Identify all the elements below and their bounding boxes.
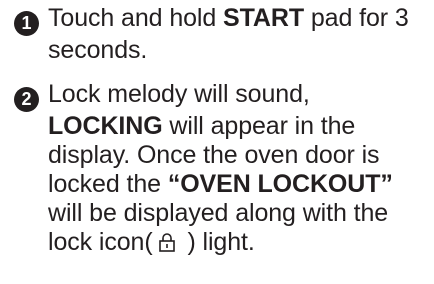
locking-display-text: LOCKING — [48, 112, 163, 140]
step-2-text: Lock melody will sound, — [48, 80, 310, 108]
lock-icon — [157, 231, 177, 253]
step-2: 2 Lock melody will sound, LOCKING will ap… — [14, 80, 434, 257]
step-1-line-1: 1 Touch and hold START pad for 3 — [14, 4, 434, 36]
step-2-text: locked the — [48, 170, 168, 198]
step-2-text: will be displayed along with the — [48, 199, 389, 227]
step-1-line-2: seconds. — [14, 36, 434, 65]
step-2-line-6: lock icon( ) light. — [14, 228, 434, 257]
step-2-line-4: locked the “OVEN LOCKOUT” — [14, 170, 434, 199]
step-1-text: Touch and hold — [48, 4, 224, 32]
step-2-line-5: will be displayed along with the — [14, 199, 434, 228]
start-pad-label: START — [223, 4, 305, 32]
step-1-text: pad for 3 — [304, 4, 409, 32]
step-1: 1 Touch and hold START pad for 3 seconds. — [14, 4, 434, 65]
oven-lockout-display-text: “OVEN LOCKOUT” — [167, 170, 393, 198]
step-number-badge: 1 — [14, 11, 39, 36]
step-2-line-1: 2 Lock melody will sound, — [14, 80, 434, 112]
step-2-text: display. Once the oven door is — [48, 141, 380, 169]
step-1-text: seconds. — [48, 36, 148, 64]
step-number-badge: 2 — [14, 87, 39, 112]
step-2-line-3: display. Once the oven door is — [14, 141, 434, 170]
step-2-text: ) light. — [180, 228, 255, 256]
step-2-text: will appear in the — [162, 112, 356, 140]
step-2-text: lock icon( — [48, 228, 153, 256]
step-2-line-2: LOCKING will appear in the — [14, 112, 434, 141]
